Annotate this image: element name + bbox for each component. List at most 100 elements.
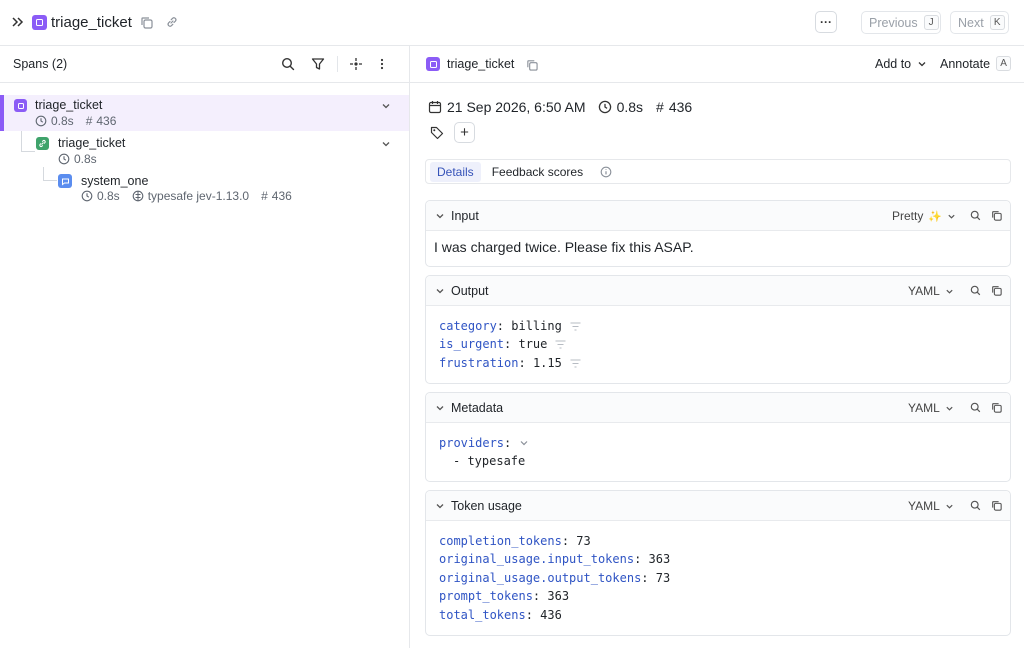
token-usage-card: Token usage YAML completion_tokens: 73 o… (425, 490, 1011, 636)
detail-tabs: Details Feedback scores (425, 159, 1011, 184)
format-label: YAML (908, 284, 940, 298)
format-selector[interactable]: YAML (908, 499, 954, 513)
sparkle-icon: ✨ (928, 210, 943, 223)
span-timestamp: 21 Sep 2026, 6:50 AM (447, 99, 586, 115)
hash-icon: # (85, 114, 93, 128)
yaml-value: 363 (547, 589, 570, 603)
span-info-row: 21 Sep 2026, 6:50 AM 0.8s # 436 (428, 99, 692, 115)
token-usage-card-header: Token usage YAML (426, 491, 1010, 521)
input-card: Input Pretty ✨ I was charged twice. Plea… (425, 200, 1011, 267)
clock-icon (58, 153, 70, 165)
yaml-value: 436 (540, 608, 562, 622)
tab-feedback-scores[interactable]: Feedback scores (485, 162, 590, 182)
focus-icon[interactable] (349, 57, 363, 71)
search-icon (970, 500, 981, 511)
yaml-key: providers (439, 436, 505, 450)
yaml-separator: : (525, 608, 541, 622)
span-duration: 0.8s (97, 189, 120, 203)
chevron-down-icon (436, 289, 444, 294)
tab-details[interactable]: Details (430, 161, 481, 182)
yaml-value: 73 (655, 571, 671, 585)
spans-panel: Spans (2) triage_ticket 0.8s # 436 triag… (0, 46, 410, 648)
format-selector[interactable]: Pretty ✨ (892, 209, 956, 223)
format-selector[interactable]: YAML (908, 401, 954, 415)
span-name: system_one (81, 174, 149, 188)
span-row-llm[interactable]: triage_ticket 0.8s (0, 132, 409, 168)
yaml-key: original_usage.input_tokens (439, 552, 635, 566)
yaml-separator: : (561, 534, 577, 548)
tag-row: + (430, 122, 475, 143)
yaml-key: is_urgent (439, 337, 505, 351)
copy-icon[interactable] (139, 15, 153, 29)
yaml-line: is_urgent: true (439, 337, 566, 351)
filter-lines-icon[interactable] (570, 358, 581, 368)
yaml-value: 73 (576, 534, 591, 548)
chevron-down-icon[interactable] (519, 438, 529, 448)
annotate-button[interactable]: Annotate A (940, 56, 1012, 71)
span-duration: 0.8s (74, 152, 97, 166)
span-duration: 0.8s (616, 99, 644, 115)
yaml-line: frustration: 1.15 (439, 356, 581, 370)
yaml-line: original_usage.output_tokens: 73 (439, 571, 670, 585)
input-card-header: Input Pretty ✨ (426, 201, 1010, 231)
chevron-down-icon (946, 289, 953, 294)
message-icon (58, 174, 72, 188)
search-icon (970, 210, 981, 221)
span-row-root[interactable]: triage_ticket 0.8s # 436 (0, 95, 409, 131)
yaml-separator: : (518, 356, 533, 370)
search-icon (970, 285, 981, 296)
span-tokens: 436 (271, 189, 292, 203)
filter-icon[interactable] (311, 57, 325, 71)
yaml-line: category: billing (439, 319, 581, 333)
output-card-header: Output YAML (426, 276, 1010, 306)
yaml-line: original_usage.input_tokens: 363 (439, 552, 670, 566)
span-tokens: 436 (668, 99, 693, 115)
span-meta: 0.8s typesafe jev-1.13.0 # 436 (81, 189, 292, 203)
link-icon[interactable] (165, 15, 179, 29)
next-shortcut: K (989, 15, 1005, 30)
spans-title: Spans (2) (13, 57, 68, 71)
chevron-down-icon (946, 406, 953, 411)
span-row-general[interactable]: system_one 0.8s typesafe jev-1.13.0 # 43… (0, 170, 409, 206)
add-tag-button[interactable]: + (454, 122, 475, 143)
yaml-value: 363 (648, 552, 671, 566)
yaml-value: billing (511, 319, 562, 333)
chevron-down-icon[interactable] (381, 139, 391, 149)
hash-icon: # (261, 189, 268, 203)
filter-lines-icon[interactable] (570, 321, 581, 331)
add-to-button[interactable]: Add to (875, 57, 927, 71)
chevron-down-icon (946, 504, 953, 509)
top-bar: triage_ticket ··· Previous J Next K (0, 0, 1024, 46)
yaml-list-item: - typesafe (453, 454, 526, 468)
chevron-down-icon (918, 62, 926, 67)
trace-type-icon (14, 99, 27, 112)
expand-sidebar-icon[interactable] (10, 14, 24, 30)
clock-icon (81, 190, 93, 202)
calendar-icon (428, 101, 442, 114)
yaml-value: 1.15 (532, 356, 562, 370)
previous-shortcut: J (923, 15, 939, 30)
chevron-down-icon (436, 214, 444, 219)
span-detail-panel: triage_ticket Add to Annotate A 21 Sep 2… (410, 46, 1024, 648)
yaml-key: total_tokens (439, 608, 526, 622)
yaml-separator: : (634, 552, 649, 566)
token-usage-card-title: Token usage (451, 499, 522, 513)
yaml-line: completion_tokens: 73 (439, 534, 591, 548)
format-selector[interactable]: YAML (908, 284, 954, 298)
filter-lines-icon[interactable] (555, 339, 566, 349)
info-icon (600, 166, 612, 177)
yaml-separator: : (504, 337, 519, 351)
search-icon[interactable] (281, 57, 295, 71)
trace-type-icon (426, 57, 440, 71)
input-card-title: Input (451, 209, 479, 223)
yaml-line: prompt_tokens: 363 (439, 589, 569, 603)
previous-button[interactable]: Previous J (861, 11, 941, 34)
yaml-line: providers: (439, 436, 529, 450)
kebab-menu-icon[interactable] (377, 57, 387, 71)
chevron-down-icon[interactable] (381, 101, 391, 111)
link-chain-icon (36, 137, 49, 150)
more-options-button[interactable]: ··· (815, 11, 837, 33)
next-button[interactable]: Next K (950, 11, 1009, 34)
chevron-down-icon (436, 504, 444, 509)
copy-icon[interactable] (525, 58, 538, 71)
